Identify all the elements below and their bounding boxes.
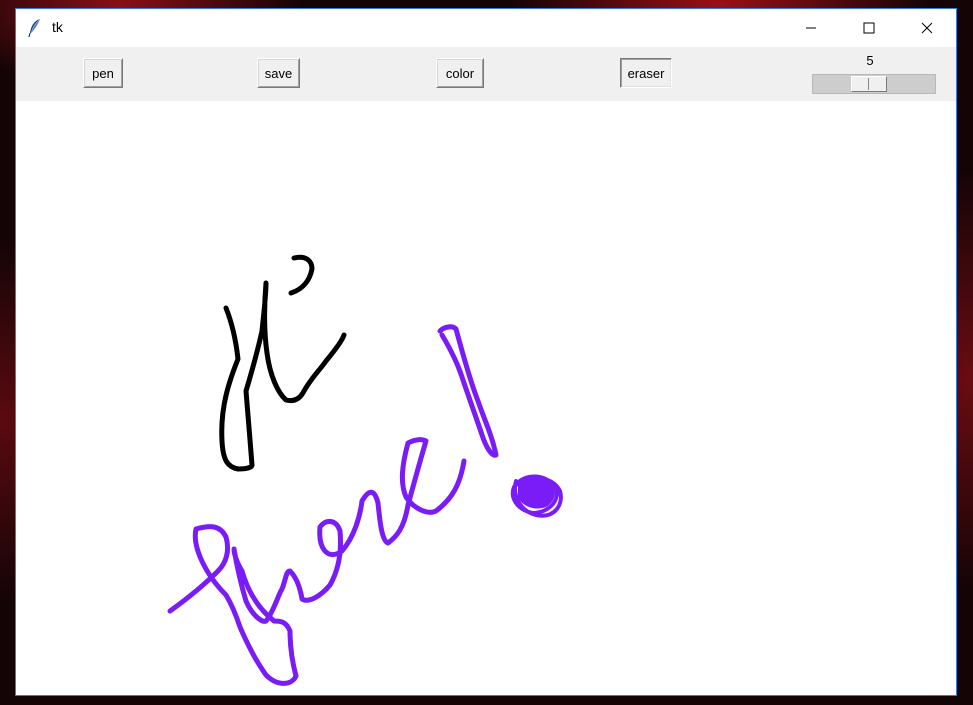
brush-size-value: 5 (866, 53, 874, 68)
feather-icon (28, 18, 42, 38)
minimize-icon (805, 22, 817, 34)
window-title: tk (52, 19, 63, 35)
exclamation-stroke (437, 324, 499, 458)
color-button[interactable]: color (436, 58, 484, 88)
maximize-icon (863, 22, 875, 34)
brush-size-slider-handle[interactable] (851, 76, 887, 92)
pen-button[interactable]: pen (83, 58, 123, 88)
brush-size-scale[interactable] (812, 74, 936, 94)
eraser-button[interactable]: eraser (620, 58, 672, 88)
dot-fill (518, 476, 555, 509)
save-button[interactable]: save (257, 58, 300, 88)
there-stroke (167, 437, 467, 686)
close-button[interactable] (898, 9, 956, 47)
close-icon (921, 22, 933, 34)
toolbar: pen save color eraser 5 (16, 47, 956, 101)
maximize-button[interactable] (840, 9, 898, 47)
app-window: tk pen save color eraser 5 (15, 8, 957, 696)
hi-dot-stroke (288, 254, 315, 296)
hi-stroke (219, 280, 347, 472)
drawing-canvas[interactable] (16, 101, 956, 695)
minimize-button[interactable] (782, 9, 840, 47)
title-bar[interactable]: tk (16, 9, 956, 47)
